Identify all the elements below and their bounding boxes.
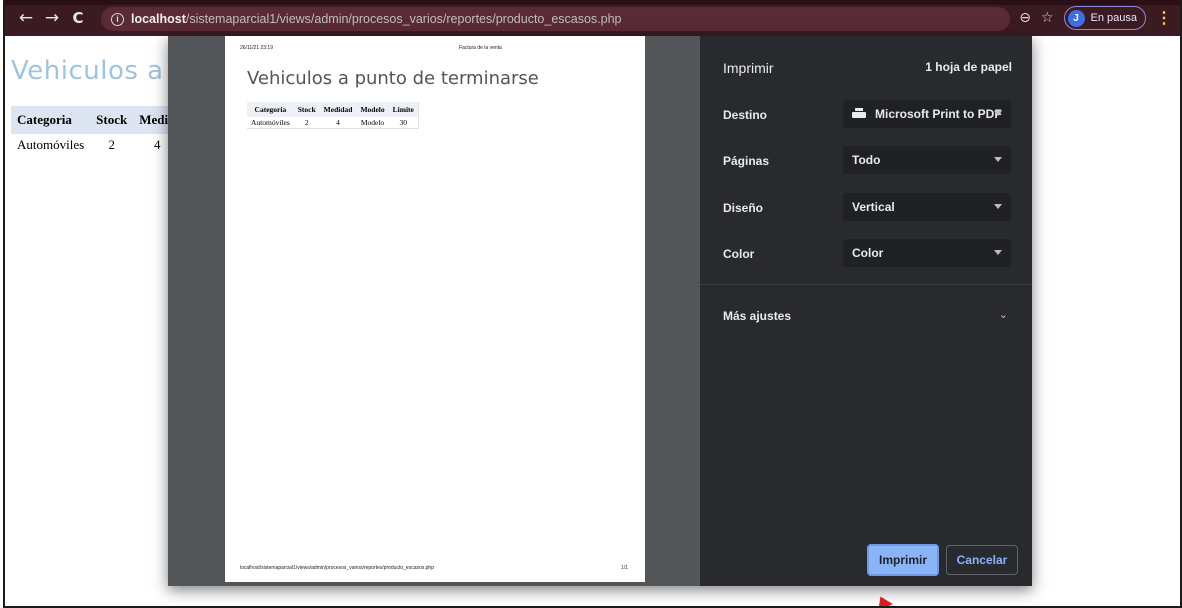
sheet-count: 1 hoja de papel [925, 60, 1012, 74]
print-dialog: 26/11/21 23:19 Factura de la venta Vehic… [168, 36, 1032, 586]
layout-value: Vertical [852, 200, 895, 214]
forward-icon[interactable]: → [39, 8, 65, 28]
pages-select[interactable]: Todo [843, 146, 1011, 174]
pages-label: Páginas [723, 154, 770, 168]
pointer-arrow-icon [873, 593, 893, 606]
zoom-icon[interactable]: ⊖ [1019, 10, 1031, 26]
print-title: Imprimir [723, 60, 774, 76]
divider [700, 284, 1032, 285]
page-title: Vehiculos a p [11, 56, 190, 86]
url-text[interactable]: localhost/sistemaparcial1/views/admin/pr… [131, 12, 622, 26]
browser-window: ← → C i localhost/sistemaparcial1/views/… [3, 0, 1182, 608]
color-value: Color [852, 246, 884, 260]
page-table: Categoria Stock Medid Automóviles 2 4 [11, 106, 182, 156]
address-bar[interactable]: i localhost/sistemaparcial1/views/admin/… [101, 7, 1010, 31]
table-header: Categoria [247, 102, 294, 117]
table-header: Stock [293, 102, 320, 117]
table-header: Medidad [319, 102, 357, 117]
printer-icon [852, 108, 866, 120]
profile-chip[interactable]: J En pausa [1063, 6, 1146, 30]
preview-page: 26/11/21 23:19 Factura de la venta Vehic… [225, 36, 645, 582]
print-settings-panel: Imprimir 1 hoja de papel Destino Microso… [700, 36, 1032, 586]
table-cell: Automóviles [251, 118, 290, 127]
cancel-button[interactable]: Cancelar [946, 545, 1018, 575]
preview-header-date: 26/11/21 23:19 [240, 45, 273, 51]
toolbar-right: ⊖ ☆ J En pausa ⋮ [1019, 6, 1172, 30]
chevron-down-icon [994, 111, 1002, 116]
avatar: J [1067, 9, 1085, 27]
table-row: Automóviles 2 4 Modelo 30 [247, 117, 418, 129]
chevron-down-icon [994, 250, 1002, 255]
destination-select[interactable]: Microsoft Print to PDF [843, 100, 1011, 128]
table-header: Modelo [356, 102, 389, 117]
preview-table: Categoria Stock Medidad Modelo Limite Au… [247, 102, 419, 129]
star-icon[interactable]: ☆ [1041, 10, 1054, 26]
preview-footer-page: 1/1 [621, 565, 628, 571]
table-row: Automóviles 2 4 [11, 134, 181, 156]
table-header-row: Categoria Stock Medid [11, 106, 182, 134]
preview-header-title: Factura de la venta [459, 45, 502, 51]
pages-value: Todo [852, 153, 881, 167]
chevron-down-icon[interactable]: ⌄ [999, 308, 1008, 321]
table-cell: 30 [399, 118, 407, 127]
reload-icon[interactable]: C [65, 9, 91, 27]
print-button[interactable]: Imprimir [867, 544, 939, 576]
color-select[interactable]: Color [843, 239, 1011, 267]
table-header: Limite [388, 102, 419, 117]
destination-label: Destino [723, 108, 768, 122]
back-icon[interactable]: ← [13, 8, 39, 28]
preview-footer-url: localhost/sistemaparcial1/views/admin/pr… [240, 565, 434, 571]
destination-value: Microsoft Print to PDF [875, 107, 1002, 121]
profile-status: En pausa [1090, 12, 1137, 24]
layout-select[interactable]: Vertical [843, 193, 1011, 221]
chevron-down-icon [994, 204, 1002, 209]
url-host: localhost [131, 12, 186, 26]
table-header: Categoria [11, 106, 91, 134]
url-path: /sistemaparcial1/views/admin/procesos_va… [185, 12, 622, 26]
table-header-row: Categoria Stock Medidad Modelo Limite [247, 102, 419, 117]
info-icon[interactable]: i [111, 12, 124, 26]
chevron-down-icon [994, 157, 1002, 162]
layout-label: Diseño [723, 201, 764, 215]
table-cell: Modelo [360, 118, 385, 127]
table-cell: 2 [304, 118, 309, 127]
browser-toolbar: ← → C i localhost/sistemaparcial1/views/… [5, 0, 1180, 36]
print-preview-area: 26/11/21 23:19 Factura de la venta Vehic… [168, 36, 700, 586]
table-cell: 2 [108, 137, 115, 152]
preview-document-title: Vehiculos a punto de terminarse [247, 68, 539, 89]
table-header: Stock [90, 106, 134, 134]
color-label: Color [723, 247, 755, 261]
table-cell: Automóviles [17, 137, 85, 152]
table-cell: 4 [336, 118, 340, 127]
more-settings[interactable]: Más ajustes [723, 309, 791, 323]
menu-icon[interactable]: ⋮ [1156, 8, 1172, 28]
